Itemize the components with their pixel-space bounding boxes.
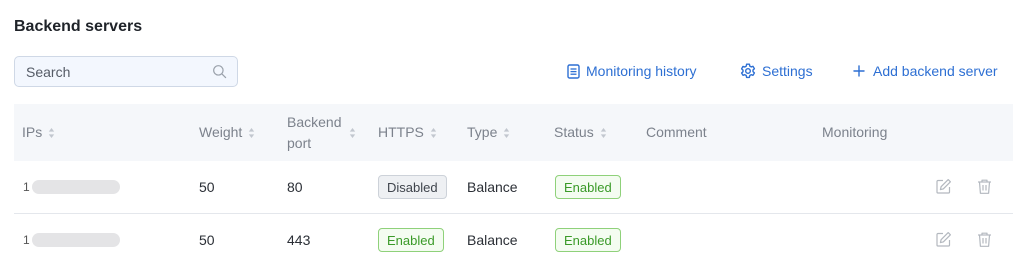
plus-icon bbox=[853, 65, 865, 77]
https-cell: Enabled bbox=[378, 214, 444, 266]
page-title: Backend servers bbox=[14, 18, 143, 35]
sort-icon[interactable] bbox=[600, 127, 607, 139]
column-header-type[interactable]: Type bbox=[467, 104, 510, 161]
sort-icon[interactable] bbox=[349, 127, 356, 139]
column-header-monitoring: Monitoring bbox=[822, 124, 888, 140]
ip-redaction bbox=[31, 180, 120, 194]
ip-cell: 1 bbox=[23, 161, 120, 213]
masked-ip: 1 bbox=[23, 233, 120, 247]
https-badge: Disabled bbox=[378, 175, 447, 199]
gear-icon bbox=[740, 63, 756, 79]
ip-cell: 1 bbox=[23, 214, 120, 266]
sort-icon[interactable] bbox=[248, 127, 255, 139]
masked-ip: 1 bbox=[23, 180, 120, 194]
edit-icon[interactable] bbox=[935, 178, 952, 195]
column-header-backend-port[interactable]: Backend port bbox=[287, 104, 356, 161]
column-header-status[interactable]: Status bbox=[554, 104, 607, 161]
add-backend-server-label: Add backend server bbox=[873, 63, 998, 79]
search-icon[interactable] bbox=[212, 64, 227, 79]
search-field[interactable] bbox=[14, 56, 238, 87]
settings-button[interactable]: Settings bbox=[740, 63, 813, 79]
status-cell: Enabled bbox=[555, 161, 621, 213]
status-badge: Enabled bbox=[555, 175, 621, 199]
settings-label: Settings bbox=[762, 63, 813, 79]
column-header-comment: Comment bbox=[646, 124, 707, 140]
table-header: IPs Weight Backend port HTTPS Type Statu… bbox=[14, 104, 1013, 161]
search-input[interactable] bbox=[15, 57, 206, 86]
trash-icon[interactable] bbox=[976, 178, 993, 195]
table-row: 1 50 80 Disabled Balance Enabled bbox=[14, 161, 1013, 214]
monitoring-history-label: Monitoring history bbox=[586, 63, 697, 79]
document-icon bbox=[567, 63, 580, 79]
edit-icon[interactable] bbox=[935, 231, 952, 248]
status-cell: Enabled bbox=[555, 214, 621, 266]
trash-icon[interactable] bbox=[976, 231, 993, 248]
weight-cell: 50 bbox=[199, 232, 215, 248]
add-backend-server-button[interactable]: Add backend server bbox=[853, 63, 998, 79]
column-header-https[interactable]: HTTPS bbox=[378, 104, 437, 161]
monitoring-history-button[interactable]: Monitoring history bbox=[567, 63, 697, 79]
table-row: 1 50 443 Enabled Balance Enabled bbox=[14, 214, 1013, 266]
type-cell: Balance bbox=[467, 232, 518, 248]
weight-cell: 50 bbox=[199, 179, 215, 195]
port-cell: 443 bbox=[287, 232, 311, 248]
port-cell: 80 bbox=[287, 179, 303, 195]
column-header-ips[interactable]: IPs bbox=[22, 104, 55, 161]
https-cell: Disabled bbox=[378, 161, 447, 213]
sort-icon[interactable] bbox=[430, 127, 437, 139]
sort-icon[interactable] bbox=[48, 127, 55, 139]
https-badge: Enabled bbox=[378, 228, 444, 252]
sort-icon[interactable] bbox=[503, 127, 510, 139]
type-cell: Balance bbox=[467, 179, 518, 195]
ip-redaction bbox=[31, 233, 120, 247]
status-badge: Enabled bbox=[555, 228, 621, 252]
column-header-weight[interactable]: Weight bbox=[199, 104, 255, 161]
